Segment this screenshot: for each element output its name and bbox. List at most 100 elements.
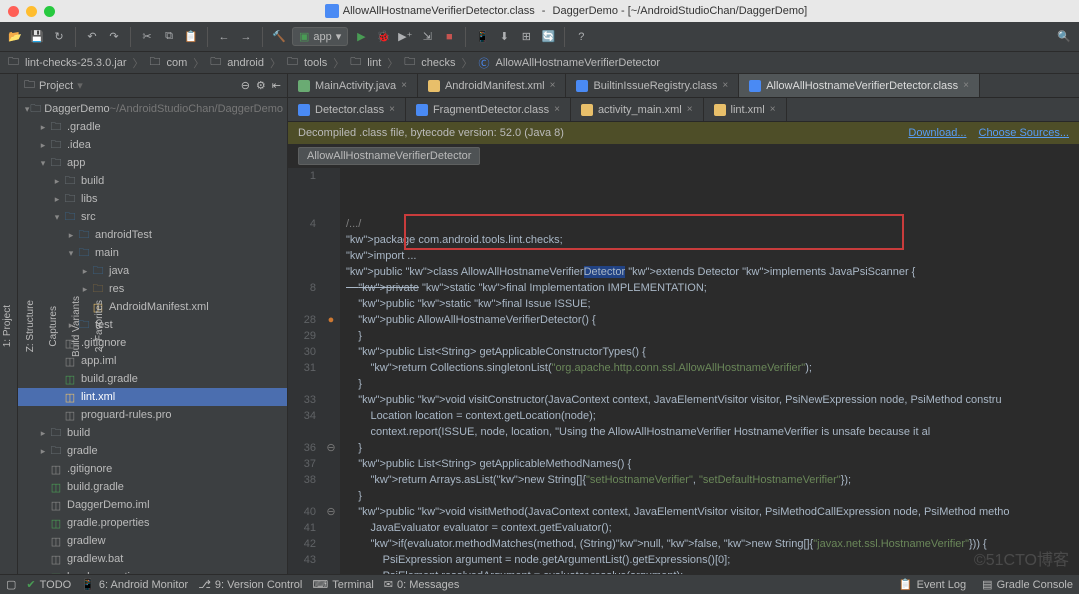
close-icon[interactable]: × xyxy=(389,104,395,115)
editor-tab[interactable]: BuiltinIssueRegistry.class× xyxy=(566,74,739,97)
paste-icon[interactable]: 📋 xyxy=(182,28,200,46)
back-icon[interactable]: ← xyxy=(215,28,233,46)
build-icon[interactable]: 🔨 xyxy=(270,28,288,46)
file-class-icon xyxy=(325,4,339,18)
structure-tool-button[interactable]: Z: Structure xyxy=(23,296,38,356)
tree-node[interactable]: ▸🗀res xyxy=(18,280,287,298)
forward-icon[interactable]: → xyxy=(237,28,255,46)
download-sources-link[interactable]: Download... xyxy=(908,127,966,139)
project-panel-header: 🗀 Project ▾ ⊖ ⚙ ⇤ xyxy=(18,74,287,98)
breadcrumb-item[interactable]: com xyxy=(167,57,188,69)
code-content[interactable]: /.../"kw">package com.android.tools.lint… xyxy=(340,168,1079,574)
project-tool-button[interactable]: 1: Project xyxy=(0,301,15,351)
tree-node[interactable]: ◫local.properties xyxy=(18,568,287,574)
tree-node[interactable]: ▸🗀.gradle xyxy=(18,118,287,136)
android-monitor-button[interactable]: 📱6: Android Monitor xyxy=(81,578,188,591)
stop-icon[interactable]: ■ xyxy=(440,28,458,46)
tree-node[interactable]: ◫DaggerDemo.iml xyxy=(18,496,287,514)
tree-node[interactable]: ▸🗀gradle xyxy=(18,442,287,460)
tree-node[interactable]: ◫lint.xml xyxy=(18,388,287,406)
tree-node[interactable]: ▸🗀java xyxy=(18,262,287,280)
tree-node[interactable]: ◫app.iml xyxy=(18,352,287,370)
close-icon[interactable]: × xyxy=(401,80,407,91)
tree-node[interactable]: ◫proguard-rules.pro xyxy=(18,406,287,424)
build-variants-tool-button[interactable]: Build Variants xyxy=(69,292,84,361)
tree-node[interactable]: ◫gradle.properties xyxy=(18,514,287,532)
code-editor[interactable]: 1482829303133343637384041424345464748505… xyxy=(288,168,1079,574)
gear-icon[interactable]: ⚙ xyxy=(256,79,266,92)
structure-icon[interactable]: ⊞ xyxy=(517,28,535,46)
open-icon[interactable]: 📂 xyxy=(6,28,24,46)
choose-sources-link[interactable]: Choose Sources... xyxy=(979,127,1070,139)
android-icon: ▣ xyxy=(299,30,309,43)
editor-tab[interactable]: MainActivity.java× xyxy=(288,74,418,97)
cut-icon[interactable]: ✂ xyxy=(138,28,156,46)
profile-icon[interactable]: ▶⁺ xyxy=(396,28,414,46)
undo-icon[interactable]: ↶ xyxy=(83,28,101,46)
avd-icon[interactable]: 📱 xyxy=(473,28,491,46)
breadcrumb-item[interactable]: android xyxy=(227,57,264,69)
close-icon[interactable]: × xyxy=(770,104,776,115)
class-chip[interactable]: AllowAllHostnameVerifierDetector xyxy=(298,147,480,165)
breadcrumb-item[interactable]: lint-checks-25.3.0.jar xyxy=(25,57,127,69)
captures-tool-button[interactable]: Captures xyxy=(46,302,61,351)
tree-node[interactable]: ▾🗀app xyxy=(18,154,287,172)
todo-tool-button[interactable]: ✔TODO xyxy=(26,578,71,591)
save-icon[interactable]: 💾 xyxy=(28,28,46,46)
sync-gradle-icon[interactable]: 🔄 xyxy=(539,28,557,46)
run-icon[interactable]: ▶ xyxy=(352,28,370,46)
editor-tab[interactable]: AllowAllHostnameVerifierDetector.class× xyxy=(739,74,980,97)
minimize-window-icon[interactable] xyxy=(26,6,37,17)
copy-icon[interactable]: ⧉ xyxy=(160,28,178,46)
search-icon[interactable]: 🔍 xyxy=(1055,28,1073,46)
run-config-selector[interactable]: ▣ app ▾ xyxy=(292,27,348,46)
editor-tab[interactable]: FragmentDetector.class× xyxy=(406,98,571,121)
folder-icon: 🗀 xyxy=(404,53,415,72)
tree-node[interactable]: ◫gradlew xyxy=(18,532,287,550)
close-icon[interactable]: × xyxy=(550,80,556,91)
breadcrumb-item[interactable]: lint xyxy=(367,57,381,69)
close-icon[interactable]: × xyxy=(963,80,969,91)
breadcrumb-chip-bar: AllowAllHostnameVerifierDetector xyxy=(288,144,1079,168)
event-log-button[interactable]: 📋Event Log xyxy=(899,578,966,591)
favorites-tool-button[interactable]: 2: Favorites xyxy=(92,296,107,356)
editor-tab[interactable]: lint.xml× xyxy=(704,98,787,121)
tree-node[interactable]: ▸🗀libs xyxy=(18,190,287,208)
debug-icon[interactable]: 🐞 xyxy=(374,28,392,46)
attach-icon[interactable]: ⇲ xyxy=(418,28,436,46)
close-icon[interactable]: × xyxy=(687,104,693,115)
sdk-icon[interactable]: ⬇ xyxy=(495,28,513,46)
breadcrumb-item[interactable]: checks xyxy=(421,57,455,69)
hide-icon[interactable]: ⇤ xyxy=(272,79,281,92)
tree-node[interactable]: ▸🗀build xyxy=(18,172,287,190)
version-control-button[interactable]: ⎇9: Version Control xyxy=(198,578,302,591)
breadcrumb-item[interactable]: AllowAllHostnameVerifierDetector xyxy=(496,57,660,69)
tree-node[interactable]: ◫.gitignore xyxy=(18,460,287,478)
main-toolbar: 📂 💾 ↻ ↶ ↷ ✂ ⧉ 📋 ← → 🔨 ▣ app ▾ ▶ 🐞 ▶⁺ ⇲ ■… xyxy=(0,22,1079,52)
editor-tab[interactable]: activity_main.xml× xyxy=(571,98,704,121)
close-window-icon[interactable] xyxy=(8,6,19,17)
redo-icon[interactable]: ↷ xyxy=(105,28,123,46)
tree-node[interactable]: ◫build.gradle xyxy=(18,370,287,388)
gradle-console-button[interactable]: ▤Gradle Console xyxy=(982,578,1073,591)
editor-tab[interactable]: AndroidManifest.xml× xyxy=(418,74,567,97)
tree-node[interactable]: ▸🗀.idea xyxy=(18,136,287,154)
tree-node[interactable]: ▾🗀DaggerDemo ~/AndroidStudioChan/DaggerD… xyxy=(18,100,287,118)
tree-node[interactable]: ▾🗀main xyxy=(18,244,287,262)
tree-node[interactable]: ◫gradlew.bat xyxy=(18,550,287,568)
messages-button[interactable]: ✉0: Messages xyxy=(384,578,460,591)
tree-node[interactable]: ▸🗀build xyxy=(18,424,287,442)
folder-icon: 🗀 xyxy=(8,53,19,72)
tree-node[interactable]: ▾🗀src xyxy=(18,208,287,226)
breadcrumb-item[interactable]: tools xyxy=(304,57,327,69)
tree-node[interactable]: ◫build.gradle xyxy=(18,478,287,496)
collapse-icon[interactable]: ⊖ xyxy=(241,79,250,92)
close-icon[interactable]: × xyxy=(554,104,560,115)
editor-tab[interactable]: Detector.class× xyxy=(288,98,406,121)
terminal-button[interactable]: ⌨Terminal xyxy=(312,578,373,591)
help-icon[interactable]: ? xyxy=(572,28,590,46)
close-icon[interactable]: × xyxy=(722,80,728,91)
tree-node[interactable]: ▸🗀androidTest xyxy=(18,226,287,244)
zoom-window-icon[interactable] xyxy=(44,6,55,17)
sync-icon[interactable]: ↻ xyxy=(50,28,68,46)
